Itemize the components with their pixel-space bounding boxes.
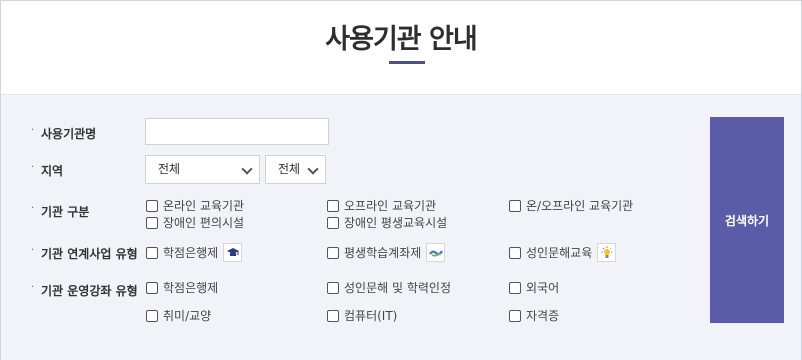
option-label: 온라인 교육기관: [163, 199, 245, 213]
title-underline: [389, 61, 425, 64]
search-panel: · 사용기관명 · 지역 전체 전체 · 기관 구분 온라인 교육기관 오프라인 교육…: [1, 94, 801, 360]
checkbox-box[interactable]: [509, 309, 521, 322]
org-type-disabled-lifelong-checkbox[interactable]: 장애인 평생교육시설: [327, 214, 447, 231]
course-literacy-checkbox[interactable]: 성인문해 및 학력인정: [327, 279, 451, 296]
bullet-icon: ·: [31, 125, 35, 136]
title-area: 사용기관 안내: [1, 1, 801, 94]
course-certificate-checkbox[interactable]: 자격증: [509, 307, 559, 324]
option-label: 성인문해 및 학력인정: [344, 281, 451, 295]
region-select-2-value: 전체: [278, 162, 301, 176]
linked-program-label-text: 기관 연계사업 유형: [41, 247, 138, 261]
linked-credit-bank-checkbox[interactable]: 학점은행제: [146, 243, 243, 262]
lightbulb-icon: [597, 243, 617, 262]
org-type-label: · 기관 구분: [31, 203, 89, 220]
region-select-1[interactable]: 전체: [145, 155, 260, 184]
checkbox-box[interactable]: [146, 246, 158, 259]
bullet-icon: ·: [31, 245, 35, 256]
region-select-1-value: 전체: [158, 162, 181, 176]
org-type-label-text: 기관 구분: [41, 205, 90, 219]
org-type-online-checkbox[interactable]: 온라인 교육기관: [146, 197, 244, 214]
option-label: 외국어: [526, 281, 560, 295]
option-label: 학점은행제: [163, 281, 219, 295]
course-hobby-checkbox[interactable]: 취미/교양: [146, 307, 211, 324]
graduation-cap-icon: [223, 243, 243, 262]
option-label: 성인문해교육: [526, 246, 593, 260]
checkbox-box[interactable]: [146, 216, 158, 229]
course-type-label: · 기관 운영강좌 유형: [31, 282, 138, 299]
checkbox-box[interactable]: [146, 281, 158, 294]
option-label: 자격증: [526, 309, 560, 323]
course-computer-checkbox[interactable]: 컴퓨터(IT): [327, 307, 397, 324]
checkbox-box[interactable]: [327, 199, 339, 212]
checkbox-box[interactable]: [327, 281, 339, 294]
option-label: 컴퓨터(IT): [344, 309, 398, 323]
region-label: · 지역: [31, 162, 63, 179]
checkbox-box[interactable]: [146, 309, 158, 322]
org-name-input[interactable]: [145, 118, 329, 145]
handshake-icon: [426, 243, 446, 262]
bullet-icon: ·: [31, 203, 35, 214]
course-foreign-language-checkbox[interactable]: 외국어: [509, 279, 559, 296]
option-label: 오프라인 교육기관: [344, 199, 437, 213]
checkbox-box[interactable]: [327, 246, 339, 259]
option-label: 평생학습계좌제: [344, 246, 422, 260]
checkbox-box[interactable]: [327, 216, 339, 229]
org-name-label-text: 사용기관명: [41, 127, 97, 141]
checkbox-box[interactable]: [327, 309, 339, 322]
option-label: 온/오프라인 교육기관: [526, 199, 634, 213]
course-type-label-text: 기관 운영강좌 유형: [41, 284, 138, 298]
linked-program-label: · 기관 연계사업 유형: [31, 245, 138, 262]
checkbox-box[interactable]: [509, 281, 521, 294]
checkbox-box[interactable]: [509, 246, 521, 259]
linked-learning-account-checkbox[interactable]: 평생학습계좌제: [327, 243, 446, 262]
chevron-down-icon: [307, 163, 319, 175]
checkbox-box[interactable]: [146, 199, 158, 212]
bullet-icon: ·: [31, 162, 35, 173]
bullet-icon: ·: [31, 282, 35, 293]
org-type-onoff-checkbox[interactable]: 온/오프라인 교육기관: [509, 197, 633, 214]
page-title: 사용기관 안내: [325, 24, 477, 55]
option-label: 학점은행제: [163, 246, 219, 260]
region-select-2[interactable]: 전체: [265, 155, 326, 184]
option-label: 장애인 평생교육시설: [344, 216, 448, 230]
course-credit-bank-checkbox[interactable]: 학점은행제: [146, 279, 218, 296]
search-button[interactable]: 검색하기: [710, 117, 784, 323]
page-frame: 사용기관 안내 · 사용기관명 · 지역 전체 전체 · 기관 구분 온라인 교육기관…: [0, 0, 802, 360]
org-type-offline-checkbox[interactable]: 오프라인 교육기관: [327, 197, 436, 214]
checkbox-box[interactable]: [509, 199, 521, 212]
chevron-down-icon: [241, 163, 253, 175]
org-type-disabled-facility-checkbox[interactable]: 장애인 편의시설: [146, 214, 244, 231]
linked-adult-literacy-checkbox[interactable]: 성인문해교육: [509, 243, 617, 262]
option-label: 취미/교양: [163, 309, 212, 323]
option-label: 장애인 편의시설: [163, 216, 245, 230]
org-name-label: · 사용기관명: [31, 125, 96, 142]
region-label-text: 지역: [41, 164, 64, 178]
